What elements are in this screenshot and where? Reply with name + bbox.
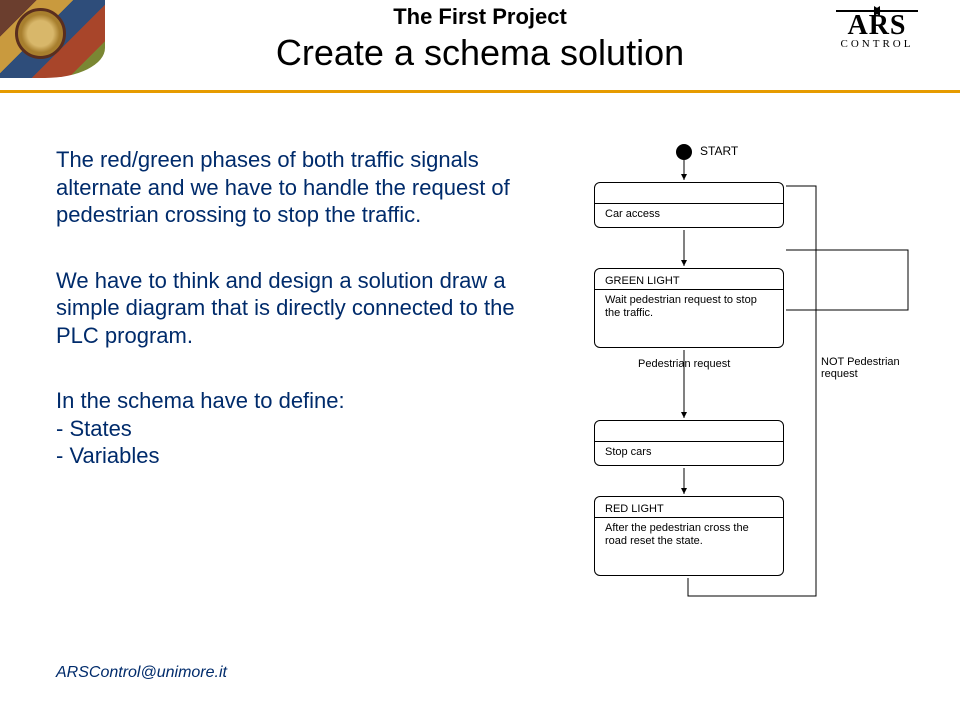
paragraph-1: The red/green phases of both traffic sig…	[56, 146, 546, 229]
state-box-car-access: Car access	[594, 182, 784, 228]
slide: The First Project Create a schema soluti…	[0, 0, 960, 716]
state-heading: RED LIGHT	[605, 503, 773, 515]
state-box-green-light: GREEN LIGHT Wait pedestrian request to s…	[594, 268, 784, 348]
paragraph-2: We have to think and design a solution d…	[56, 267, 546, 350]
body-text: The red/green phases of both traffic sig…	[56, 146, 546, 508]
state-heading	[605, 427, 773, 439]
slide-title: Create a schema solution	[260, 32, 700, 74]
state-box-red-light: RED LIGHT After the pedestrian cross the…	[594, 496, 784, 576]
flowchart: START Car access G	[568, 140, 928, 540]
paragraph-3: In the schema have to define: - States -…	[56, 387, 546, 470]
para3-item-variables: - Variables	[56, 442, 546, 470]
ars-logo-subtext: CONTROL	[812, 38, 942, 50]
slide-supertitle: The First Project	[260, 4, 700, 30]
para3-item-states: - States	[56, 415, 546, 443]
state-desc: Wait pedestrian request to stop the traf…	[605, 294, 773, 319]
state-desc: Stop cars	[605, 446, 773, 459]
footer-email: ARSControl@unimore.it	[56, 664, 227, 682]
title-underline	[0, 90, 960, 93]
title-block: The First Project Create a schema soluti…	[260, 4, 700, 74]
branch-label-not-pedestrian: NOT Pedestrian request	[821, 356, 928, 380]
state-heading	[605, 189, 773, 201]
state-desc: Car access	[605, 208, 773, 221]
university-crest-logo	[0, 0, 105, 78]
state-heading: GREEN LIGHT	[605, 275, 773, 287]
ars-control-logo: ARS CONTROL	[812, 10, 942, 50]
para3-intro: In the schema have to define:	[56, 387, 546, 415]
branch-label-pedestrian: Pedestrian request	[638, 358, 730, 370]
state-box-stop-cars: Stop cars	[594, 420, 784, 466]
state-desc: After the pedestrian cross the road rese…	[605, 522, 773, 547]
